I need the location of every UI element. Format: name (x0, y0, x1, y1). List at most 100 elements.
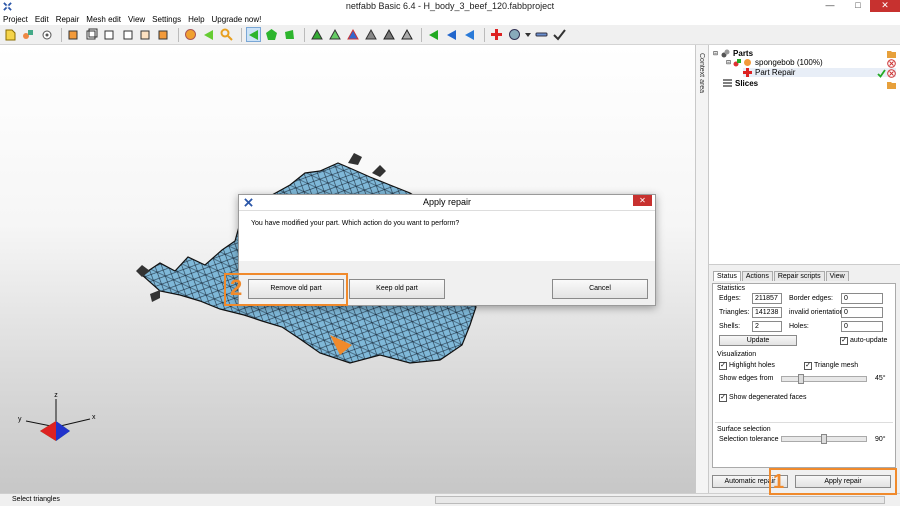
menu-view[interactable]: View (128, 15, 145, 24)
dialog-close-button[interactable]: ✕ (633, 195, 652, 206)
visualization-heading: Visualization (717, 351, 757, 358)
keep-old-part-button[interactable]: Keep old part (349, 279, 445, 299)
collapse-icon[interactable]: ⊟ (726, 59, 731, 66)
title-bar: netfabb Basic 6.4 - H_body_3_beef_120.fa… (0, 0, 900, 13)
show-edges-slider[interactable] (781, 374, 867, 384)
axis-x-label: x (92, 414, 96, 421)
show-edges-value: 45° (875, 375, 886, 382)
update-button[interactable]: Update (719, 335, 797, 346)
close-button[interactable]: ✕ (870, 0, 900, 12)
folder-open-icon[interactable] (887, 50, 896, 58)
checkmark-icon[interactable] (552, 27, 567, 42)
status-tab-content: Statistics Edges: 211857 Border edges: 0… (712, 283, 896, 468)
menu-upgrade[interactable]: Upgrade now! (212, 15, 262, 24)
select-surface-icon[interactable] (282, 27, 297, 42)
cancel-repair-icon[interactable] (887, 69, 896, 78)
highlight-holes-checkbox[interactable]: ✓ (719, 362, 727, 370)
status-text: Select triangles (12, 496, 60, 503)
arrow-blue-icon[interactable] (444, 27, 459, 42)
tree-repair-label: Part Repair (755, 68, 796, 77)
menu-repair[interactable]: Repair (56, 15, 80, 24)
select-triangles-icon[interactable] (246, 27, 261, 42)
tab-repair-scripts[interactable]: Repair scripts (773, 271, 825, 281)
progress-bar (435, 496, 885, 504)
mesh-tool-4-icon[interactable] (363, 27, 378, 42)
invalid-orientation-field: 0 (841, 307, 883, 318)
tree-node-repair[interactable]: Part Repair (743, 68, 896, 77)
step-1-marker: 1 (773, 471, 785, 493)
mesh-tool-3-icon[interactable] (345, 27, 360, 42)
tab-status[interactable]: Status (713, 271, 741, 281)
menu-edit[interactable]: Edit (35, 15, 49, 24)
tab-view[interactable]: View (825, 271, 849, 281)
holes-label: Holes: (789, 323, 809, 330)
view-bottom-icon[interactable] (156, 27, 171, 42)
dialog-title-bar: Apply repair ✕ (239, 195, 655, 211)
menu-settings[interactable]: Settings (152, 15, 181, 24)
tree-node-slices[interactable]: Slices (723, 79, 758, 88)
mesh-tool-2-icon[interactable] (327, 27, 342, 42)
slices-icon (723, 79, 732, 87)
selection-tolerance-label: Selection tolerance (719, 436, 779, 443)
menu-help[interactable]: Help (188, 15, 204, 24)
render-sphere-icon[interactable] (183, 27, 198, 42)
project-tree: ⊟ Parts ⊟ spongebob (100%) Part Repair S… (709, 45, 900, 265)
menu-mesh-edit[interactable]: Mesh edit (86, 15, 121, 24)
surface-selection-heading: Surface selection (717, 426, 771, 433)
repair-dial-icon[interactable] (507, 27, 522, 42)
minimize-button[interactable]: — (818, 0, 842, 12)
show-edges-slider-thumb[interactable] (798, 374, 804, 384)
border-edges-field: 0 (841, 293, 883, 304)
part-shapes-icon (733, 59, 742, 67)
shapes-icon[interactable] (21, 27, 36, 42)
show-degenerated-checkbox[interactable]: ✓ (719, 394, 727, 402)
context-area-label: Context area (698, 53, 705, 94)
toolbar (0, 25, 900, 45)
arrow-blue-alt-icon[interactable] (462, 27, 477, 42)
zoom-icon[interactable] (219, 27, 234, 42)
remove-part-icon[interactable] (887, 59, 896, 68)
view-top-icon[interactable] (138, 27, 153, 42)
holes-field: 0 (841, 321, 883, 332)
view-back-icon[interactable] (84, 27, 99, 42)
accept-repair-icon[interactable] (877, 69, 886, 78)
render-cone-icon[interactable] (201, 27, 216, 42)
shells-field: 2 (752, 321, 782, 332)
menu-project[interactable]: Project (3, 15, 28, 24)
dropdown-arrow-icon[interactable] (525, 27, 531, 42)
minus-icon[interactable] (534, 27, 549, 42)
select-shells-icon[interactable] (264, 27, 279, 42)
auto-update-checkbox[interactable]: ✓ (840, 337, 848, 345)
settings-part-icon[interactable] (39, 27, 54, 42)
axis-triad: z x y (18, 392, 96, 441)
selection-tolerance-slider[interactable] (781, 434, 867, 444)
tree-node-part[interactable]: ⊟ spongebob (100%) (726, 58, 823, 67)
add-red-cross-icon[interactable] (489, 27, 504, 42)
add-part-icon[interactable] (3, 27, 18, 42)
view-front-icon[interactable] (66, 27, 81, 42)
tab-actions[interactable]: Actions (741, 271, 773, 281)
dialog-body: You have modified your part. Which actio… (239, 211, 655, 261)
axis-z-label: z (54, 392, 58, 399)
mesh-tool-5-icon[interactable] (381, 27, 396, 42)
edges-field: 211857 (752, 293, 782, 304)
triangle-mesh-checkbox[interactable]: ✓ (804, 362, 812, 370)
arrow-green-icon[interactable] (426, 27, 441, 42)
view-right-icon[interactable] (120, 27, 135, 42)
view-left-icon[interactable] (102, 27, 117, 42)
cancel-button[interactable]: Cancel (552, 279, 648, 299)
folder-open-icon[interactable] (887, 81, 896, 89)
tree-node-parts[interactable]: ⊟ Parts (713, 49, 753, 58)
context-area-strip[interactable]: Context area (695, 45, 709, 493)
triangle-mesh-label: Triangle mesh (814, 362, 859, 369)
repair-panel: Status Actions Repair scripts View Stati… (709, 265, 900, 493)
selection-tolerance-slider-thumb[interactable] (821, 434, 827, 444)
dialog-message: You have modified your part. Which actio… (251, 220, 460, 227)
tree-part-label: spongebob (100%) (755, 58, 823, 67)
edges-label: Edges: (719, 295, 741, 302)
mesh-tool-6-icon[interactable] (399, 27, 414, 42)
collapse-icon[interactable]: ⊟ (713, 50, 718, 57)
maximize-button[interactable]: □ (846, 0, 870, 12)
mesh-tool-1-icon[interactable] (309, 27, 324, 42)
parts-icon (721, 49, 730, 58)
